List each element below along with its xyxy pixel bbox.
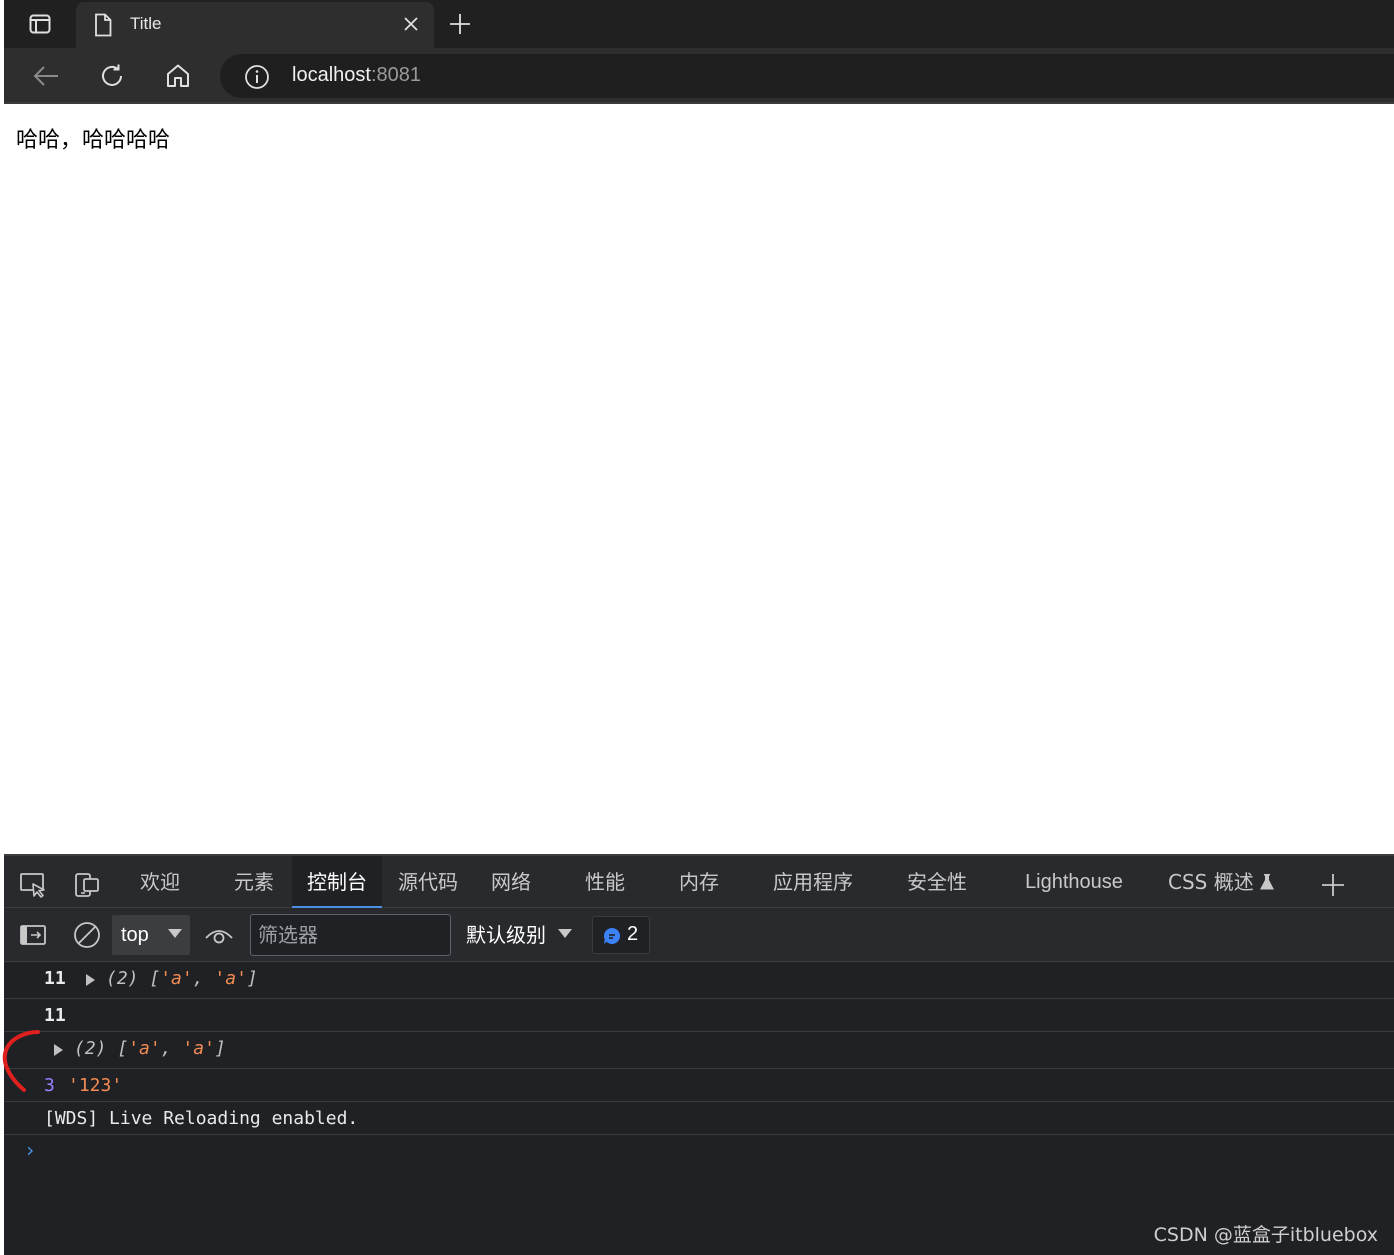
- devtools-panel: 欢迎 元素 控制台 源代码 网络 性能 内存 应用程序 安全性 Lighthou…: [4, 854, 1394, 1255]
- new-tab-button[interactable]: [446, 10, 474, 38]
- repeat-count: 11: [44, 1005, 66, 1026]
- console-message[interactable]: [WDS] Live Reloading enabled.: [4, 1102, 1394, 1135]
- live-expression-button[interactable]: [204, 920, 234, 950]
- devtools-tab-bar: 欢迎 元素 控制台 源代码 网络 性能 内存 应用程序 安全性 Lighthou…: [4, 854, 1394, 908]
- show-sidebar-button[interactable]: [18, 920, 48, 950]
- page-content: 哈哈，哈哈哈哈: [4, 106, 1394, 854]
- reload-icon: [102, 64, 122, 86]
- issues-counter-button[interactable]: 2: [592, 916, 650, 954]
- clear-console-button[interactable]: [72, 920, 102, 950]
- array-prefix: (2) [: [74, 1038, 129, 1059]
- info-icon[interactable]: [244, 64, 270, 90]
- array-item: 'a': [214, 968, 247, 989]
- console-prompt-icon[interactable]: ›: [24, 1138, 36, 1162]
- device-icon: [75, 873, 99, 897]
- context-label: top: [121, 924, 149, 946]
- more-tools-button[interactable]: [1318, 870, 1348, 900]
- watermark: CSDN @蓝盒子itbluebox: [1153, 1224, 1378, 1246]
- array-item: 'a': [160, 968, 193, 989]
- tab-security[interactable]: 安全性: [902, 856, 972, 908]
- console-output: 11 (2) ['a', 'a'] 11 (2) ['a', 'a'] 3 '1…: [4, 962, 1394, 1255]
- tab-sources[interactable]: 源代码: [394, 856, 462, 908]
- repeat-count: 11: [44, 968, 66, 989]
- page-icon: [95, 13, 112, 37]
- console-message[interactable]: (2) ['a', 'a']: [4, 1032, 1394, 1069]
- red-annotation-bracket: [2, 1030, 40, 1092]
- sidebar-icon: [20, 925, 46, 945]
- context-selector[interactable]: top: [112, 915, 190, 955]
- tab-performance[interactable]: 性能: [578, 856, 632, 908]
- tab-actions-button[interactable]: [18, 10, 62, 38]
- back-button[interactable]: [30, 60, 62, 92]
- tab-lighthouse[interactable]: Lighthouse: [1014, 856, 1134, 908]
- array-preview: (2) ['a', 'a']: [106, 968, 258, 989]
- reload-button[interactable]: [96, 60, 128, 92]
- issues-count: 2: [627, 923, 639, 945]
- expand-triangle-icon[interactable]: [86, 974, 95, 986]
- array-item: 'a': [128, 1038, 161, 1059]
- plus-icon: [1322, 874, 1344, 896]
- log-text: [WDS] Live Reloading enabled.: [44, 1108, 359, 1129]
- address-port: :8081: [370, 64, 421, 86]
- console-message[interactable]: 11: [4, 999, 1394, 1032]
- tab-memory[interactable]: 内存: [672, 856, 726, 908]
- array-item: 'a': [182, 1038, 215, 1059]
- logged-string: '123': [68, 1075, 123, 1096]
- tab-welcome[interactable]: 欢迎: [128, 856, 192, 908]
- inspect-element-button[interactable]: [18, 870, 48, 900]
- message-icon: [603, 927, 621, 944]
- array-prefix: (2) [: [106, 968, 161, 989]
- chevron-down-icon: [168, 929, 182, 938]
- experiment-flask-icon: [1260, 874, 1274, 890]
- tab-elements[interactable]: 元素: [222, 856, 286, 908]
- browser-tab[interactable]: Title: [76, 2, 434, 48]
- home-button[interactable]: [162, 60, 194, 92]
- page-text: 哈哈，哈哈哈哈: [16, 128, 171, 153]
- close-icon[interactable]: [402, 15, 420, 33]
- expand-triangle-icon[interactable]: [54, 1044, 63, 1056]
- tab-network[interactable]: 网络: [484, 856, 538, 908]
- chevron-down-icon[interactable]: [558, 929, 572, 939]
- log-level-selector[interactable]: 默认级别: [466, 915, 546, 955]
- home-icon: [167, 64, 189, 87]
- address-url: localhost:8081: [292, 64, 421, 87]
- console-toolbar: top 默认级别 2: [4, 908, 1394, 962]
- tab-actions-icon: [29, 14, 51, 34]
- inspect-icon: [20, 873, 45, 898]
- logged-number: 3: [44, 1075, 55, 1096]
- console-message[interactable]: 3 '123': [4, 1069, 1394, 1102]
- tab-title: Title: [130, 14, 162, 33]
- device-emulation-button[interactable]: [72, 870, 102, 900]
- tab-css-overview[interactable]: CSS 概述: [1168, 856, 1254, 908]
- console-filter-input[interactable]: [250, 914, 451, 956]
- browser-toolbar: localhost:8081: [4, 48, 1394, 104]
- tab-application[interactable]: 应用程序: [768, 856, 858, 908]
- clear-icon: [74, 922, 100, 948]
- eye-icon: [205, 930, 233, 944]
- console-message[interactable]: 11 (2) ['a', 'a']: [4, 962, 1394, 999]
- tab-console[interactable]: 控制台: [292, 856, 382, 908]
- plus-icon: [450, 14, 470, 34]
- browser-tab-bar: Title: [4, 0, 1394, 48]
- arrow-left-icon: [33, 66, 58, 86]
- array-preview: (2) ['a', 'a']: [74, 1038, 226, 1059]
- address-bar[interactable]: localhost:8081: [220, 54, 1394, 98]
- address-host: localhost: [292, 64, 371, 86]
